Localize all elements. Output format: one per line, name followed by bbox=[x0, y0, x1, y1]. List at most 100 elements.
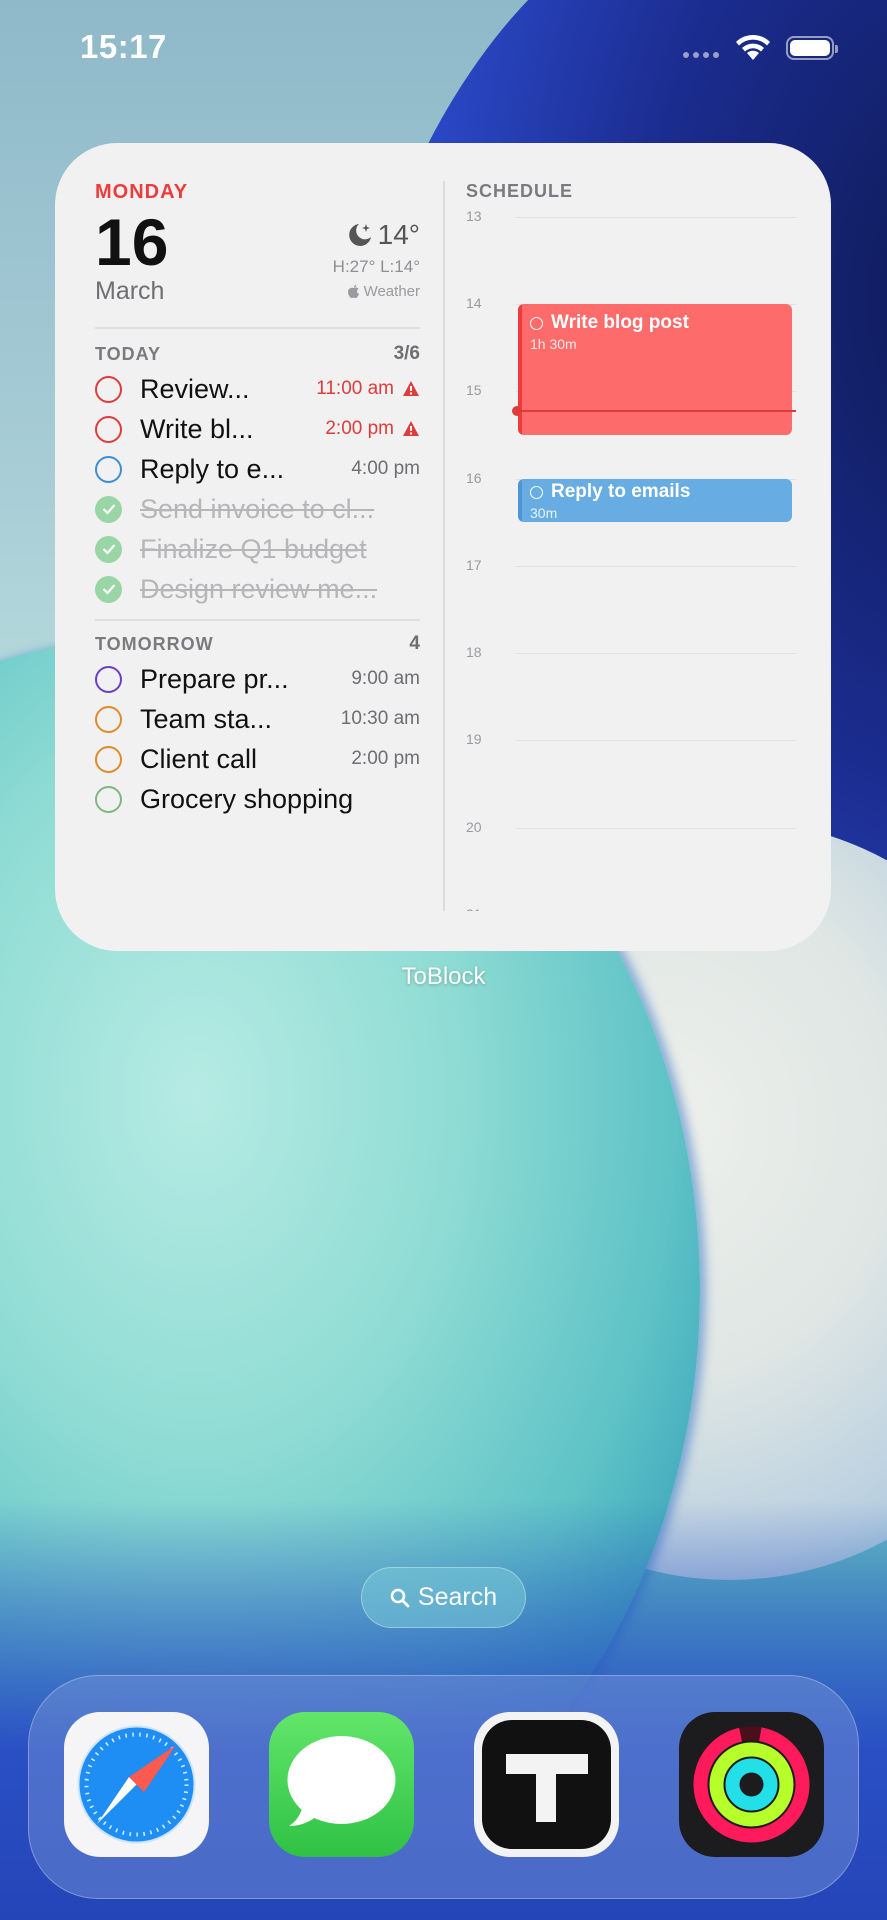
task-title: Prepare pr... bbox=[140, 663, 289, 694]
checkmark-icon[interactable] bbox=[95, 575, 122, 603]
task-time: 4:00 pm bbox=[351, 458, 420, 479]
hour-label: 19 bbox=[466, 731, 482, 747]
today-title: TODAY bbox=[95, 343, 162, 364]
hour-row: 19 bbox=[466, 731, 796, 747]
widget-divider bbox=[443, 181, 445, 911]
today-count: 3/6 bbox=[393, 343, 420, 364]
messages-app-icon[interactable] bbox=[269, 1712, 414, 1857]
divider bbox=[95, 327, 420, 329]
event-title: Reply to emails bbox=[551, 481, 691, 502]
task-title: Client call bbox=[140, 743, 258, 774]
tomorrow-title: TOMORROW bbox=[95, 633, 214, 654]
task-row[interactable]: Review... 11:00 am bbox=[95, 369, 420, 409]
safari-app-icon[interactable] bbox=[64, 1712, 209, 1857]
cellular-signal-icon bbox=[683, 52, 719, 58]
task-row[interactable]: Client call 2:00 pm bbox=[95, 739, 420, 779]
moon-stars-icon bbox=[348, 224, 371, 246]
task-title: Send invoice to cl... bbox=[140, 493, 375, 524]
weather-source: Weather bbox=[333, 283, 420, 300]
hour-label: 18 bbox=[466, 644, 482, 660]
current-time-dot bbox=[512, 406, 522, 416]
task-checkbox[interactable] bbox=[95, 785, 122, 813]
weather-block[interactable]: 14° H:27° L:14° Weather bbox=[333, 219, 420, 300]
day-name: MONDAY bbox=[95, 181, 189, 203]
task-row[interactable]: Write bl... 2:00 pm bbox=[95, 409, 420, 449]
toblock-logo-icon bbox=[482, 1720, 611, 1849]
tomorrow-count: 4 bbox=[409, 633, 420, 654]
task-row[interactable]: Reply to e... 4:00 pm bbox=[95, 449, 420, 489]
fitness-app-icon[interactable] bbox=[679, 1712, 824, 1857]
task-row[interactable]: Team sta... 10:30 am bbox=[95, 699, 420, 739]
task-row-completed[interactable]: Design review me... bbox=[95, 569, 420, 609]
tomorrow-header: TOMORROW 4 bbox=[95, 629, 420, 659]
today-header: TODAY 3/6 bbox=[95, 339, 420, 369]
event-title: Write blog post bbox=[551, 312, 689, 333]
apple-logo-icon bbox=[347, 284, 359, 299]
task-checkbox[interactable] bbox=[95, 375, 122, 403]
event-duration: 1h 30m bbox=[530, 336, 577, 352]
task-time: 11:00 am bbox=[316, 378, 394, 399]
task-checkbox[interactable] bbox=[95, 415, 122, 443]
task-title: Grocery shopping bbox=[140, 783, 354, 814]
task-title: Finalize Q1 budget bbox=[140, 533, 367, 564]
task-time: 2:00 pm bbox=[325, 418, 394, 439]
schedule-event[interactable]: Write blog post 1h 30m bbox=[518, 304, 792, 435]
today-task-list: Review... 11:00 am Write bl... 2:00 pm R… bbox=[95, 369, 420, 609]
date-number: 16 bbox=[95, 205, 169, 279]
task-checkbox[interactable] bbox=[95, 705, 122, 733]
schedule-event[interactable]: Reply to emails 30m bbox=[518, 479, 792, 522]
event-status-icon bbox=[530, 485, 543, 499]
battery-icon bbox=[786, 36, 838, 60]
hour-label: 15 bbox=[466, 382, 482, 398]
wifi-icon bbox=[736, 34, 770, 60]
warning-icon bbox=[403, 421, 419, 436]
task-title: Review... bbox=[140, 373, 250, 404]
task-title: Team sta... bbox=[140, 703, 273, 734]
task-title: Reply to e... bbox=[140, 453, 285, 484]
task-time: 2:00 pm bbox=[351, 748, 420, 769]
tasks-column: MONDAY 16 March 14° H:27° L:14° Weather … bbox=[95, 181, 420, 819]
task-row-completed[interactable]: Finalize Q1 budget bbox=[95, 529, 420, 569]
hour-row: 18 bbox=[466, 644, 796, 660]
dock bbox=[28, 1675, 859, 1899]
home-search-button[interactable]: Search bbox=[361, 1567, 526, 1628]
task-row-completed[interactable]: Send invoice to cl... bbox=[95, 489, 420, 529]
task-checkbox[interactable] bbox=[95, 455, 122, 483]
search-label: Search bbox=[417, 1583, 498, 1611]
schedule-column: SCHEDULE 13 14 15 16 17 18 19 20 21 bbox=[466, 181, 796, 911]
hour-label: 16 bbox=[466, 470, 482, 486]
widget-app-label: ToBlock bbox=[401, 963, 486, 990]
weather-temperature: 14° bbox=[377, 219, 420, 250]
checkmark-icon[interactable] bbox=[95, 535, 122, 563]
hour-row: 20 bbox=[466, 819, 796, 835]
status-time: 15:17 bbox=[80, 28, 167, 65]
toblock-app-icon[interactable] bbox=[474, 1712, 619, 1857]
task-time: 9:00 am bbox=[351, 668, 420, 689]
tomorrow-task-list: Prepare pr... 9:00 am Team sta... 10:30 … bbox=[95, 659, 420, 819]
search-icon bbox=[390, 1588, 410, 1607]
checkmark-icon[interactable] bbox=[95, 495, 122, 523]
hour-row: 13 bbox=[466, 208, 796, 224]
task-row[interactable]: Grocery shopping bbox=[95, 779, 420, 819]
weather-source-label: Weather bbox=[363, 283, 420, 300]
hour-label: 13 bbox=[466, 208, 482, 224]
task-title: Write bl... bbox=[140, 413, 254, 444]
schedule-title: SCHEDULE bbox=[466, 181, 574, 201]
date-header: 16 March 14° H:27° L:14° Weather bbox=[95, 207, 420, 323]
task-row[interactable]: Prepare pr... 9:00 am bbox=[95, 659, 420, 699]
hour-label: 20 bbox=[466, 819, 482, 835]
task-checkbox[interactable] bbox=[95, 745, 122, 773]
hour-label: 17 bbox=[466, 557, 482, 573]
hour-label: 21 bbox=[466, 906, 482, 911]
toblock-widget[interactable]: MONDAY 16 March 14° H:27° L:14° Weather … bbox=[55, 143, 831, 951]
weather-high-low: H:27° L:14° bbox=[332, 257, 420, 276]
task-checkbox[interactable] bbox=[95, 665, 122, 693]
task-time: 10:30 am bbox=[340, 708, 420, 729]
messages-bubble-icon bbox=[287, 1736, 396, 1826]
divider bbox=[95, 619, 420, 621]
current-time-indicator bbox=[518, 410, 796, 412]
month-label: March bbox=[95, 277, 165, 305]
event-status-icon bbox=[530, 316, 543, 330]
task-title: Design review me... bbox=[140, 573, 378, 604]
event-duration: 30m bbox=[530, 505, 558, 521]
